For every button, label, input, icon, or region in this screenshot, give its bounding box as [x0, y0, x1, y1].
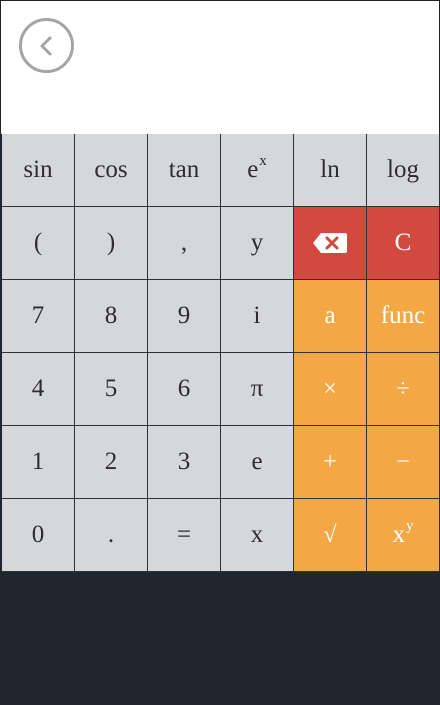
minus-key[interactable]: − — [367, 426, 440, 499]
digit-1-key[interactable]: 1 — [2, 426, 75, 499]
power-superscript: y — [406, 517, 414, 534]
a-key[interactable]: a — [294, 280, 367, 353]
digit-5-key[interactable]: 5 — [75, 353, 148, 426]
e-key[interactable]: e — [221, 426, 294, 499]
digit-9-key[interactable]: 9 — [148, 280, 221, 353]
digit-8-key[interactable]: 8 — [75, 280, 148, 353]
dot-key[interactable]: . — [75, 499, 148, 572]
y-key[interactable]: y — [221, 207, 294, 280]
power-key[interactable]: xy — [367, 499, 440, 572]
close-paren-key[interactable]: ) — [75, 207, 148, 280]
plus-key[interactable]: + — [294, 426, 367, 499]
sin-key[interactable]: sin — [2, 134, 75, 207]
digit-6-key[interactable]: 6 — [148, 353, 221, 426]
pi-key[interactable]: π — [221, 353, 294, 426]
digit-0-key[interactable]: 0 — [2, 499, 75, 572]
chevron-left-icon — [40, 36, 51, 55]
log-key[interactable]: log — [367, 134, 440, 207]
i-key[interactable]: i — [221, 280, 294, 353]
tan-key[interactable]: tan — [148, 134, 221, 207]
digit-4-key[interactable]: 4 — [2, 353, 75, 426]
clear-key[interactable]: C — [367, 207, 440, 280]
sqrt-key[interactable]: √ — [294, 499, 367, 572]
multiply-key[interactable]: × — [294, 353, 367, 426]
back-button[interactable] — [19, 18, 74, 73]
expression-display — [0, 0, 440, 134]
digit-3-key[interactable]: 3 — [148, 426, 221, 499]
backspace-icon — [313, 233, 347, 253]
x-key[interactable]: x — [221, 499, 294, 572]
comma-key[interactable]: , — [148, 207, 221, 280]
divide-key[interactable]: ÷ — [367, 353, 440, 426]
exp-superscript: x — [259, 152, 267, 169]
cos-key[interactable]: cos — [75, 134, 148, 207]
power-base: x — [392, 521, 406, 548]
ln-key[interactable]: ln — [294, 134, 367, 207]
func-key[interactable]: func — [367, 280, 440, 353]
open-paren-key[interactable]: ( — [2, 207, 75, 280]
bottom-area — [0, 572, 440, 705]
keypad: sin cos tan ex ln log ( ) , y C 7 8 9 i … — [2, 134, 440, 572]
digit-2-key[interactable]: 2 — [75, 426, 148, 499]
backspace-button[interactable] — [294, 207, 367, 280]
equals-key[interactable]: = — [148, 499, 221, 572]
exp-base: e — [247, 156, 259, 183]
digit-7-key[interactable]: 7 — [2, 280, 75, 353]
exp-key[interactable]: ex — [221, 134, 294, 207]
